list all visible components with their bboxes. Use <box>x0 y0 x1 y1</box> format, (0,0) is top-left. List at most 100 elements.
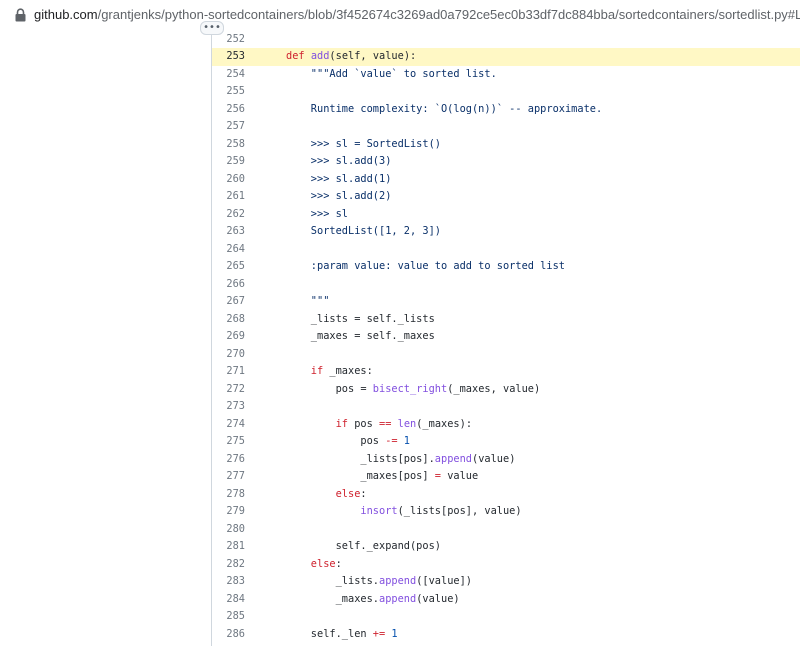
code-line-255: 255 <box>212 83 800 101</box>
line-number[interactable]: 257 <box>212 118 245 136</box>
line-number[interactable]: 264 <box>212 241 245 259</box>
address-bar[interactable]: github.com/grantjenks/python-sortedconta… <box>0 0 800 30</box>
line-number[interactable]: 275 <box>212 433 245 451</box>
line-code: _lists = self._lists <box>286 311 435 329</box>
code-line-258: 258 >>> sl = SortedList() <box>212 136 800 154</box>
code-token: _maxes. <box>286 592 379 605</box>
line-code: _maxes.append(value) <box>286 591 460 609</box>
code-line-264: 264 <box>212 241 800 259</box>
line-number[interactable]: 282 <box>212 556 245 574</box>
code-token: Runtime complexity: `O(log(n))` -- appro… <box>286 102 603 115</box>
line-number[interactable]: 279 <box>212 503 245 521</box>
line-number[interactable]: 255 <box>212 83 245 101</box>
line-number[interactable]: 278 <box>212 486 245 504</box>
code-token: self._len <box>286 627 373 640</box>
line-number[interactable]: 276 <box>212 451 245 469</box>
code-token: pos <box>354 417 380 430</box>
url-text[interactable]: github.com/grantjenks/python-sortedconta… <box>34 7 800 22</box>
lock-icon <box>15 8 26 22</box>
line-number[interactable]: 265 <box>212 258 245 276</box>
code-line-278: 278 else: <box>212 486 800 504</box>
code-line-280: 280 <box>212 521 800 539</box>
code-token: else <box>286 487 361 500</box>
line-number[interactable]: 284 <box>212 591 245 609</box>
code-token: """ <box>286 295 330 307</box>
line-number[interactable]: 271 <box>212 363 245 381</box>
code-token: SortedList([1, 2, 3]) <box>286 225 441 237</box>
code-token: insort <box>286 505 398 517</box>
code-token: : <box>360 487 367 500</box>
line-code: self._len += 1 <box>286 626 398 644</box>
code-line-254: 254 """Add `value` to sorted list. <box>212 66 800 84</box>
line-code: Runtime complexity: `O(log(n))` -- appro… <box>286 101 602 119</box>
url-host: github.com <box>34 7 98 22</box>
code-line-268: 268 _lists = self._lists <box>212 311 800 329</box>
line-number[interactable]: 286 <box>212 626 245 644</box>
line-number[interactable]: 281 <box>212 538 245 556</box>
code-line-257: 257 <box>212 118 800 136</box>
line-number[interactable]: 260 <box>212 171 245 189</box>
line-number[interactable]: 256 <box>212 101 245 119</box>
line-number[interactable]: 261 <box>212 188 245 206</box>
line-number[interactable]: 283 <box>212 573 245 591</box>
line-number[interactable]: 272 <box>212 381 245 399</box>
code-token: (_maxes): <box>416 417 473 430</box>
code-line-256: 256 Runtime complexity: `O(log(n))` -- a… <box>212 101 800 119</box>
line-number[interactable]: 274 <box>212 416 245 434</box>
line-code: _lists[pos].append(value) <box>286 451 515 469</box>
code-token: self._expand(pos) <box>286 540 441 552</box>
line-menu-button[interactable]: ••• <box>200 21 224 35</box>
code-token: _lists. <box>286 575 379 587</box>
code-token: (_maxes, value) <box>447 382 541 395</box>
line-number[interactable]: 269 <box>212 328 245 346</box>
line-code: >>> sl.add(2) <box>286 188 392 206</box>
code-line-275: 275 pos -= 1 <box>212 433 800 451</box>
code-line-282: 282 else: <box>212 556 800 574</box>
code-token: _maxes: <box>329 365 373 377</box>
code-line-252: 252 <box>212 31 800 49</box>
line-number[interactable]: 285 <box>212 608 245 626</box>
line-code: _lists.append([value]) <box>286 573 472 591</box>
code-line-273: 273 <box>212 398 800 416</box>
line-code: def add(self, value): <box>286 48 416 66</box>
code-line-265: 265 :param value: value to add to sorted… <box>212 258 800 276</box>
line-number[interactable]: 266 <box>212 276 245 294</box>
line-number[interactable]: 263 <box>212 223 245 241</box>
code-token: += <box>372 627 386 640</box>
code-view: 252 253 def add(self, value): 254 """Add `v… <box>0 30 800 646</box>
line-code: :param value: value to add to sorted lis… <box>286 258 565 276</box>
line-number[interactable]: 277 <box>212 468 245 486</box>
line-number[interactable]: 280 <box>212 521 245 539</box>
code-line-269: 269 _maxes = self._maxes <box>212 328 800 346</box>
code-line-261: 261 >>> sl.add(2) <box>212 188 800 206</box>
code-token: :param value: value to add to sorted lis… <box>286 260 565 272</box>
code-token: pos = <box>286 382 373 395</box>
line-number[interactable]: 273 <box>212 398 245 416</box>
code-token: >>> sl = SortedList() <box>286 137 441 150</box>
line-code: >>> sl.add(3) <box>286 153 392 171</box>
code-line-284: 284 _maxes.append(value) <box>212 591 800 609</box>
code-token: len <box>391 417 417 430</box>
line-number[interactable]: 268 <box>212 311 245 329</box>
line-code: else: <box>286 556 342 574</box>
line-code: pos = bisect_right(_maxes, value) <box>286 381 541 399</box>
line-number[interactable]: 262 <box>212 206 245 224</box>
line-number[interactable]: 253 <box>212 48 245 66</box>
code-line-260: 260 >>> sl.add(1) <box>212 171 800 189</box>
code-line-281: 281 self._expand(pos) <box>212 538 800 556</box>
line-code: pos -= 1 <box>286 433 410 451</box>
line-code: insort(_lists[pos], value) <box>286 503 521 521</box>
line-number[interactable]: 258 <box>212 136 245 154</box>
line-number[interactable]: 267 <box>212 293 245 311</box>
code-token: append <box>379 575 417 587</box>
line-number[interactable]: 270 <box>212 346 245 364</box>
code-token: if <box>286 365 330 377</box>
line-code: SortedList([1, 2, 3]) <box>286 223 441 241</box>
code-token: 1 <box>397 435 411 447</box>
code-token: -= <box>385 435 398 447</box>
line-code: """ <box>286 293 330 311</box>
code-token: (self, value): <box>329 50 417 62</box>
line-number[interactable]: 254 <box>212 66 245 84</box>
code-token: >>> sl.add(1) <box>286 172 392 185</box>
line-number[interactable]: 259 <box>212 153 245 171</box>
